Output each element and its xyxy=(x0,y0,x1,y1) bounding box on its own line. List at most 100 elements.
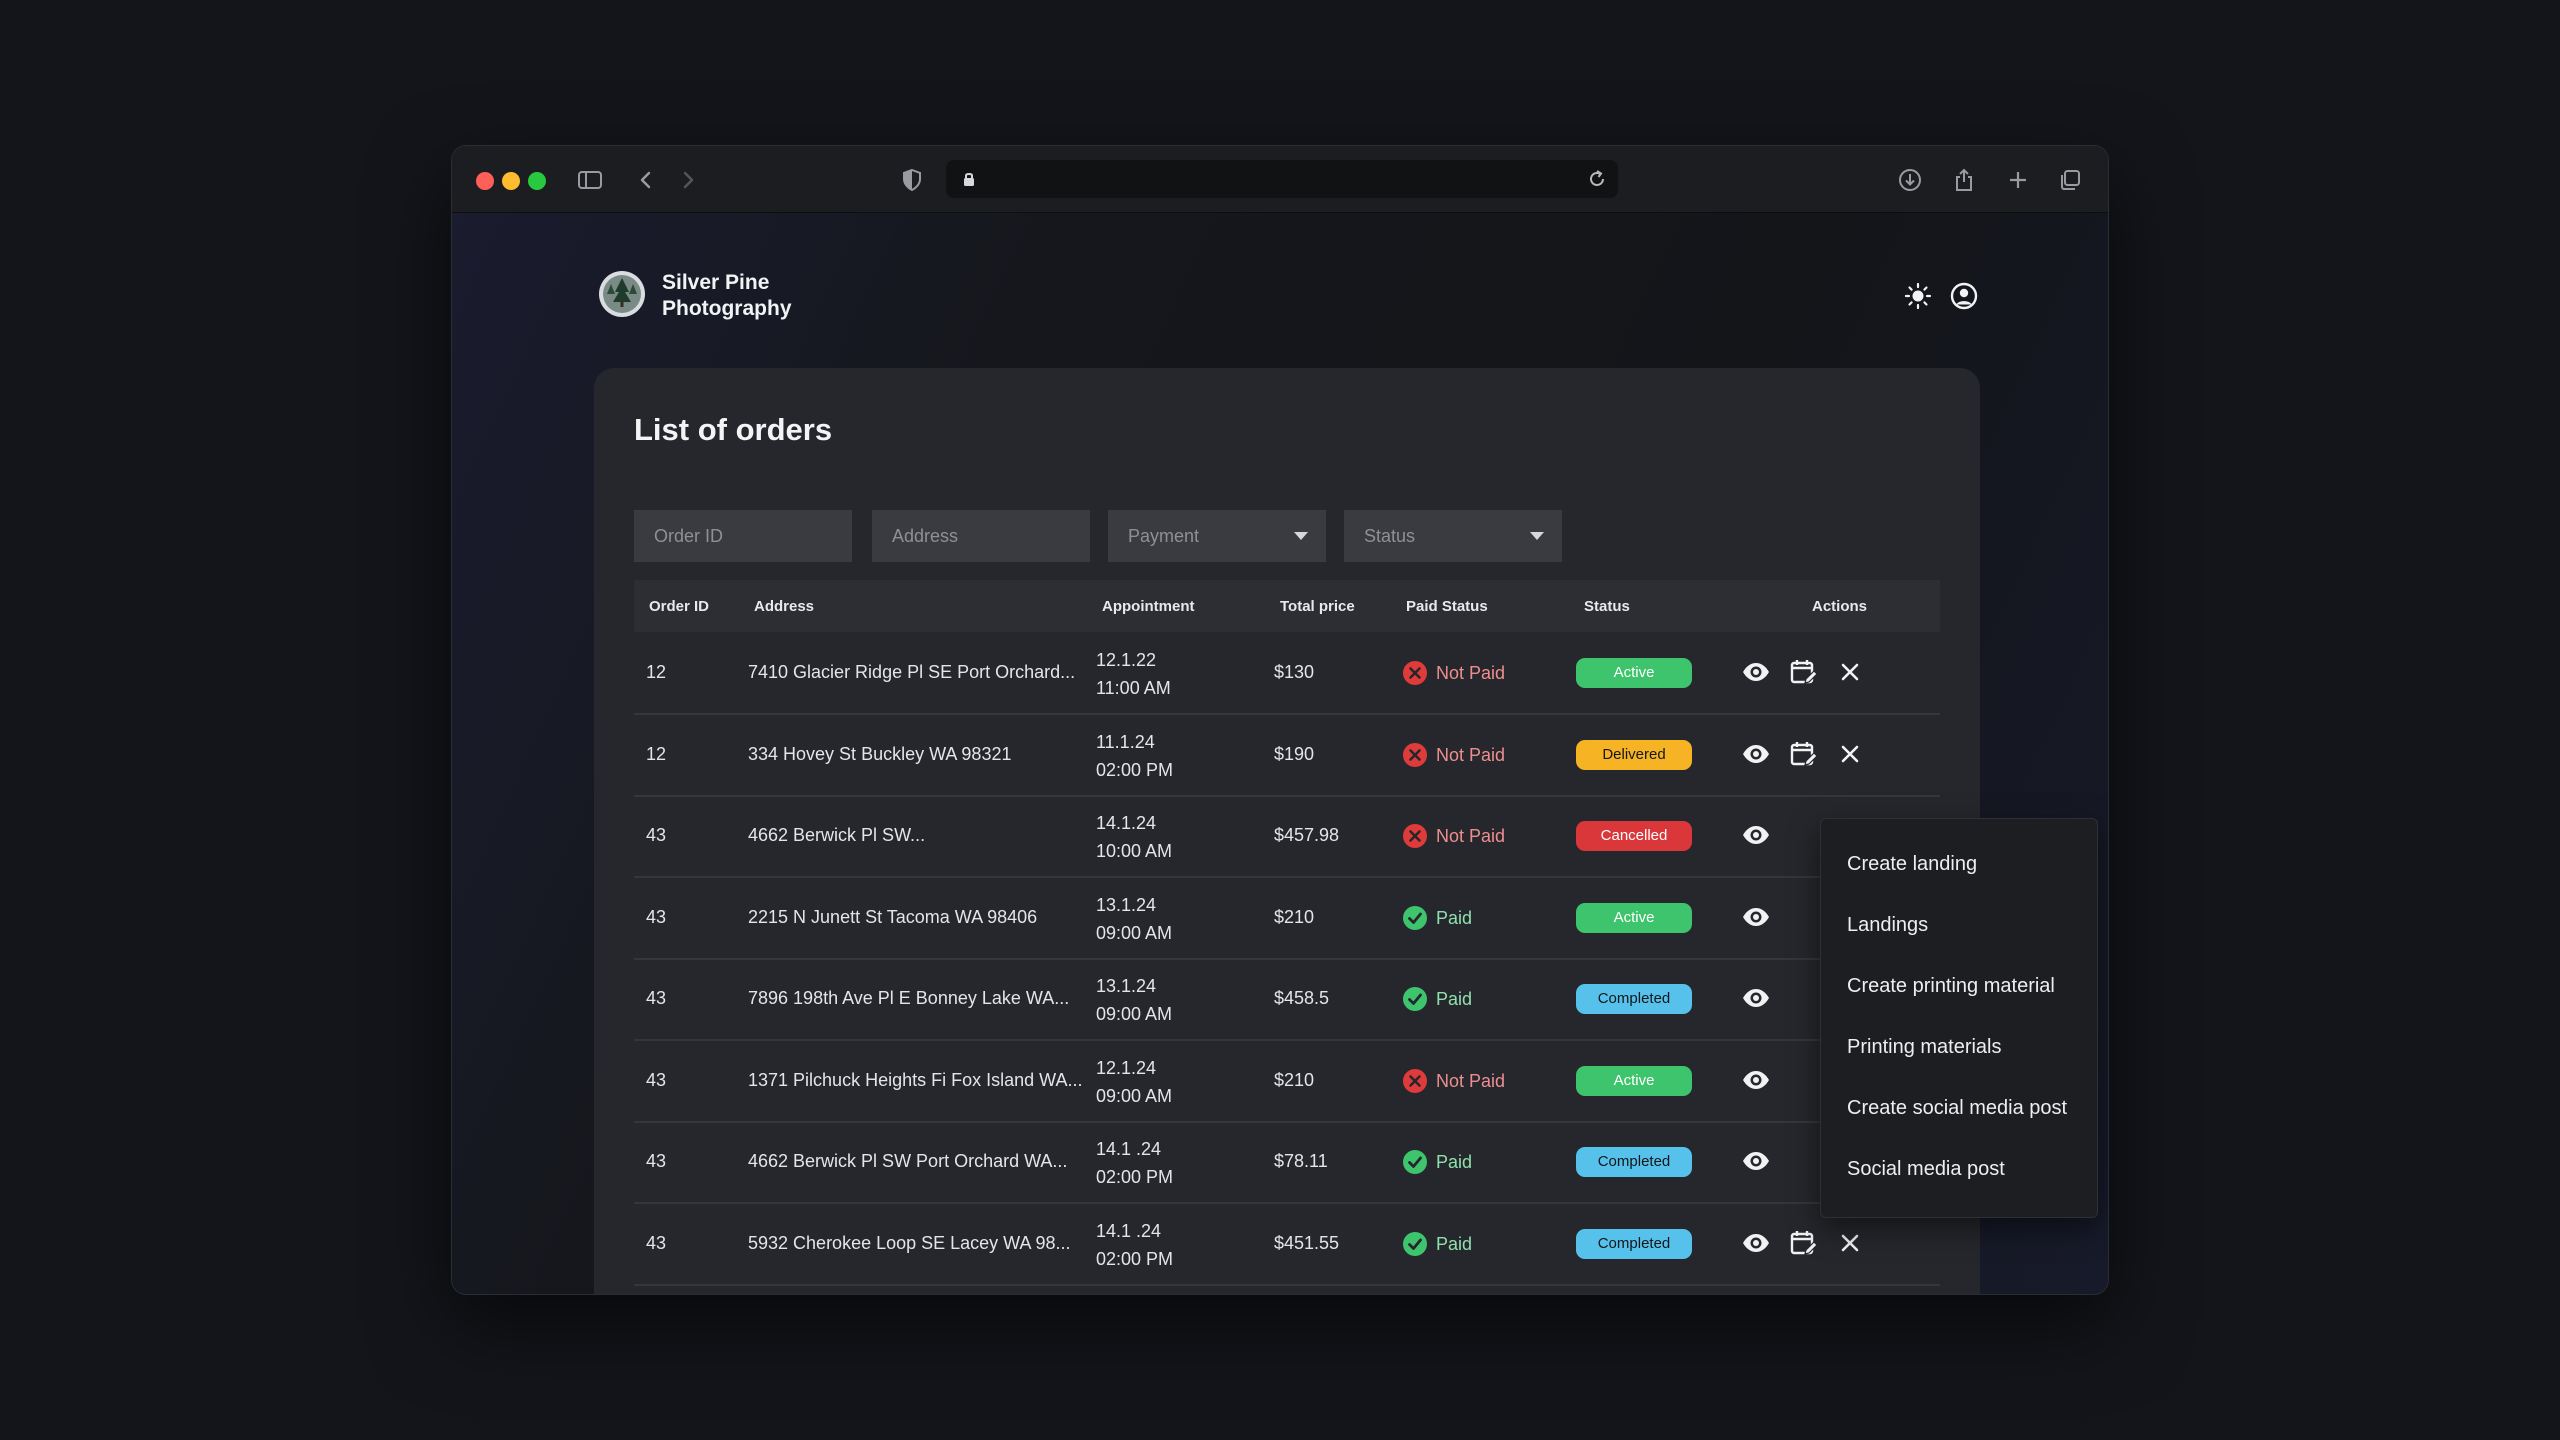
table-row[interactable]: 43 1371 Pilchuck Heights Fi Fox Island WA… xyxy=(634,1040,1940,1123)
order-id-filter-input[interactable]: Order ID xyxy=(634,510,852,562)
eye-icon[interactable] xyxy=(1740,738,1772,770)
close-window-button[interactable] xyxy=(476,172,494,190)
minimize-window-button[interactable] xyxy=(502,172,520,190)
close-icon[interactable] xyxy=(1834,1227,1866,1259)
status-badge: Completed xyxy=(1576,984,1692,1014)
menu-item-social-media-post[interactable]: Social media post xyxy=(1847,1158,2005,1181)
chevron-left-icon[interactable] xyxy=(632,166,660,194)
appointment-time: 11:00 AM xyxy=(1096,678,1171,698)
total-price-cell: $457.98 xyxy=(1274,825,1340,845)
appointment-time: 09:00 AM xyxy=(1096,1085,1173,1106)
close-icon[interactable] xyxy=(1834,738,1866,770)
table-row[interactable]: 43 4662 Berwick Pl SW Port Orchard WA... 1… xyxy=(634,1121,1940,1204)
eye-icon[interactable] xyxy=(1740,656,1772,688)
eye-icon[interactable] xyxy=(1740,982,1772,1014)
eye-icon[interactable] xyxy=(1740,1145,1772,1177)
tabs-icon[interactable] xyxy=(2056,166,2084,194)
order-id-cell: 43 xyxy=(646,906,667,927)
x-circle-icon xyxy=(1402,1068,1428,1094)
status-badge: Delivered xyxy=(1576,739,1692,770)
address-bar[interactable] xyxy=(946,160,1618,198)
table-row[interactable]: 12 334 Hovey St Buckley WA 98321 11.1.24 02… xyxy=(634,714,1940,797)
table-row[interactable]: 43 5932 Cherokee Loop SE Lacey WA 98... 14… xyxy=(634,1203,1940,1286)
table-row[interactable]: 43 7896 198th Ave Pl E Bonney Lake WA... 1… xyxy=(634,958,1940,1041)
payment-filter-select[interactable]: Payment xyxy=(1108,510,1326,562)
reload-icon[interactable] xyxy=(1584,166,1610,192)
paid-status-text: Not Paid xyxy=(1436,663,1506,683)
order-id-cell: 43 xyxy=(646,825,667,845)
sun-icon[interactable] xyxy=(1902,280,1934,312)
address-cell: 334 Hovey St Buckley WA 98321 xyxy=(748,743,1012,764)
appointment-date: 11.1.24 xyxy=(1096,731,1155,752)
column-header-address[interactable]: Address xyxy=(754,598,814,615)
total-price-cell: $210 xyxy=(1274,906,1315,927)
close-icon[interactable] xyxy=(1834,656,1866,688)
address-cell: 7896 198th Ave Pl E Bonney Lake WA... xyxy=(748,988,1070,1008)
paid-status-text: Paid xyxy=(1436,1233,1473,1254)
shield-icon[interactable] xyxy=(898,166,926,194)
eye-icon[interactable] xyxy=(1740,901,1772,933)
table-row[interactable]: 12 7410 Glacier Ridge Pl SE Port Orchard.… xyxy=(634,632,1940,715)
calendar-edit-icon[interactable] xyxy=(1788,1227,1820,1259)
menu-item-create-social-media-post[interactable]: Create social media post xyxy=(1847,1097,2067,1120)
total-price-cell: $78.11 xyxy=(1274,1151,1328,1171)
appointment-cell: 11.1.24 02:00 PM xyxy=(1096,728,1173,784)
appointment-cell: 12.1.24 09:00 AM xyxy=(1096,1054,1172,1110)
brand-name[interactable]: Silver Pine Photography xyxy=(662,270,792,322)
menu-item-create-landing[interactable]: Create landing xyxy=(1847,853,1977,876)
actions-dropdown-menu: Create landing Landings Create printing … xyxy=(1820,818,2098,1218)
column-header-appointment[interactable]: Appointment xyxy=(1102,598,1194,615)
address-cell: 2215 N Junett St Tacoma WA 98406 xyxy=(748,906,1038,927)
total-price-cell: $451.55 xyxy=(1274,1232,1340,1253)
chevron-right-icon[interactable] xyxy=(674,166,702,194)
table-row[interactable]: 43 4662 Berwick Pl SW... 14.1.24 10:00 AM $4… xyxy=(634,795,1940,878)
menu-item-printing-materials[interactable]: Printing materials xyxy=(1847,1036,2002,1059)
appointment-date: 14.1 .24 xyxy=(1096,1220,1162,1241)
menu-item-create-printing-material[interactable]: Create printing material xyxy=(1847,975,2055,998)
calendar-edit-icon[interactable] xyxy=(1788,738,1820,770)
download-icon[interactable] xyxy=(1896,166,1924,194)
order-id-cell: 43 xyxy=(646,1069,667,1090)
appointment-date: 12.1.24 xyxy=(1096,1057,1157,1078)
eye-icon[interactable] xyxy=(1740,819,1772,851)
appointment-time: 02:00 PM xyxy=(1096,759,1174,780)
lock-icon xyxy=(956,166,982,192)
zoom-window-button[interactable] xyxy=(528,172,546,190)
table-row[interactable]: 43 2215 N Junett St Tacoma WA 98406 13.1.2… xyxy=(634,877,1940,960)
status-badge: Completed xyxy=(1576,1147,1692,1177)
appointment-cell: 12.1.22 11:00 AM xyxy=(1096,646,1171,702)
user-circle-icon[interactable] xyxy=(1948,280,1980,312)
address-filter-input[interactable]: Address xyxy=(872,510,1090,562)
check-circle-icon xyxy=(1402,905,1428,931)
eye-icon[interactable] xyxy=(1740,1227,1772,1259)
appointment-time: 02:00 PM xyxy=(1096,1167,1174,1187)
paid-status-text: Paid xyxy=(1436,1152,1473,1172)
appointment-cell: 14.1 .24 02:00 PM xyxy=(1096,1135,1173,1191)
browser-toolbar xyxy=(452,146,2108,213)
order-id-cell: 12 xyxy=(646,662,667,682)
x-circle-icon xyxy=(1402,660,1428,686)
x-circle-icon xyxy=(1402,823,1428,849)
status-filter-label: Status xyxy=(1364,526,1416,546)
appointment-cell: 14.1.24 10:00 AM xyxy=(1096,809,1172,865)
brand-name-line2: Photography xyxy=(662,297,792,320)
column-header-total-price[interactable]: Total price xyxy=(1280,598,1355,615)
menu-item-landings[interactable]: Landings xyxy=(1847,914,1928,937)
orders-card: List of orders Order ID Address Payment … xyxy=(594,368,1980,1294)
status-filter-select[interactable]: Status xyxy=(1344,510,1562,562)
column-header-order-id[interactable]: Order ID xyxy=(649,598,709,615)
caret-down-icon xyxy=(1294,532,1308,540)
calendar-edit-icon[interactable] xyxy=(1788,656,1820,688)
check-circle-icon xyxy=(1402,1149,1428,1175)
paid-status-text: Paid xyxy=(1436,907,1473,928)
total-price-cell: $130 xyxy=(1274,662,1315,682)
browser-window: Silver Pine Photography List of orders O… xyxy=(452,146,2108,1294)
eye-icon[interactable] xyxy=(1740,1064,1772,1096)
brand-logo[interactable] xyxy=(598,270,646,318)
sidebar-icon[interactable] xyxy=(576,166,604,194)
share-icon[interactable] xyxy=(1950,166,1978,194)
appointment-cell: 14.1 .24 02:00 PM xyxy=(1096,1217,1173,1273)
column-header-status[interactable]: Status xyxy=(1584,598,1630,615)
column-header-paid-status[interactable]: Paid Status xyxy=(1406,598,1488,615)
plus-icon[interactable] xyxy=(2004,166,2032,194)
